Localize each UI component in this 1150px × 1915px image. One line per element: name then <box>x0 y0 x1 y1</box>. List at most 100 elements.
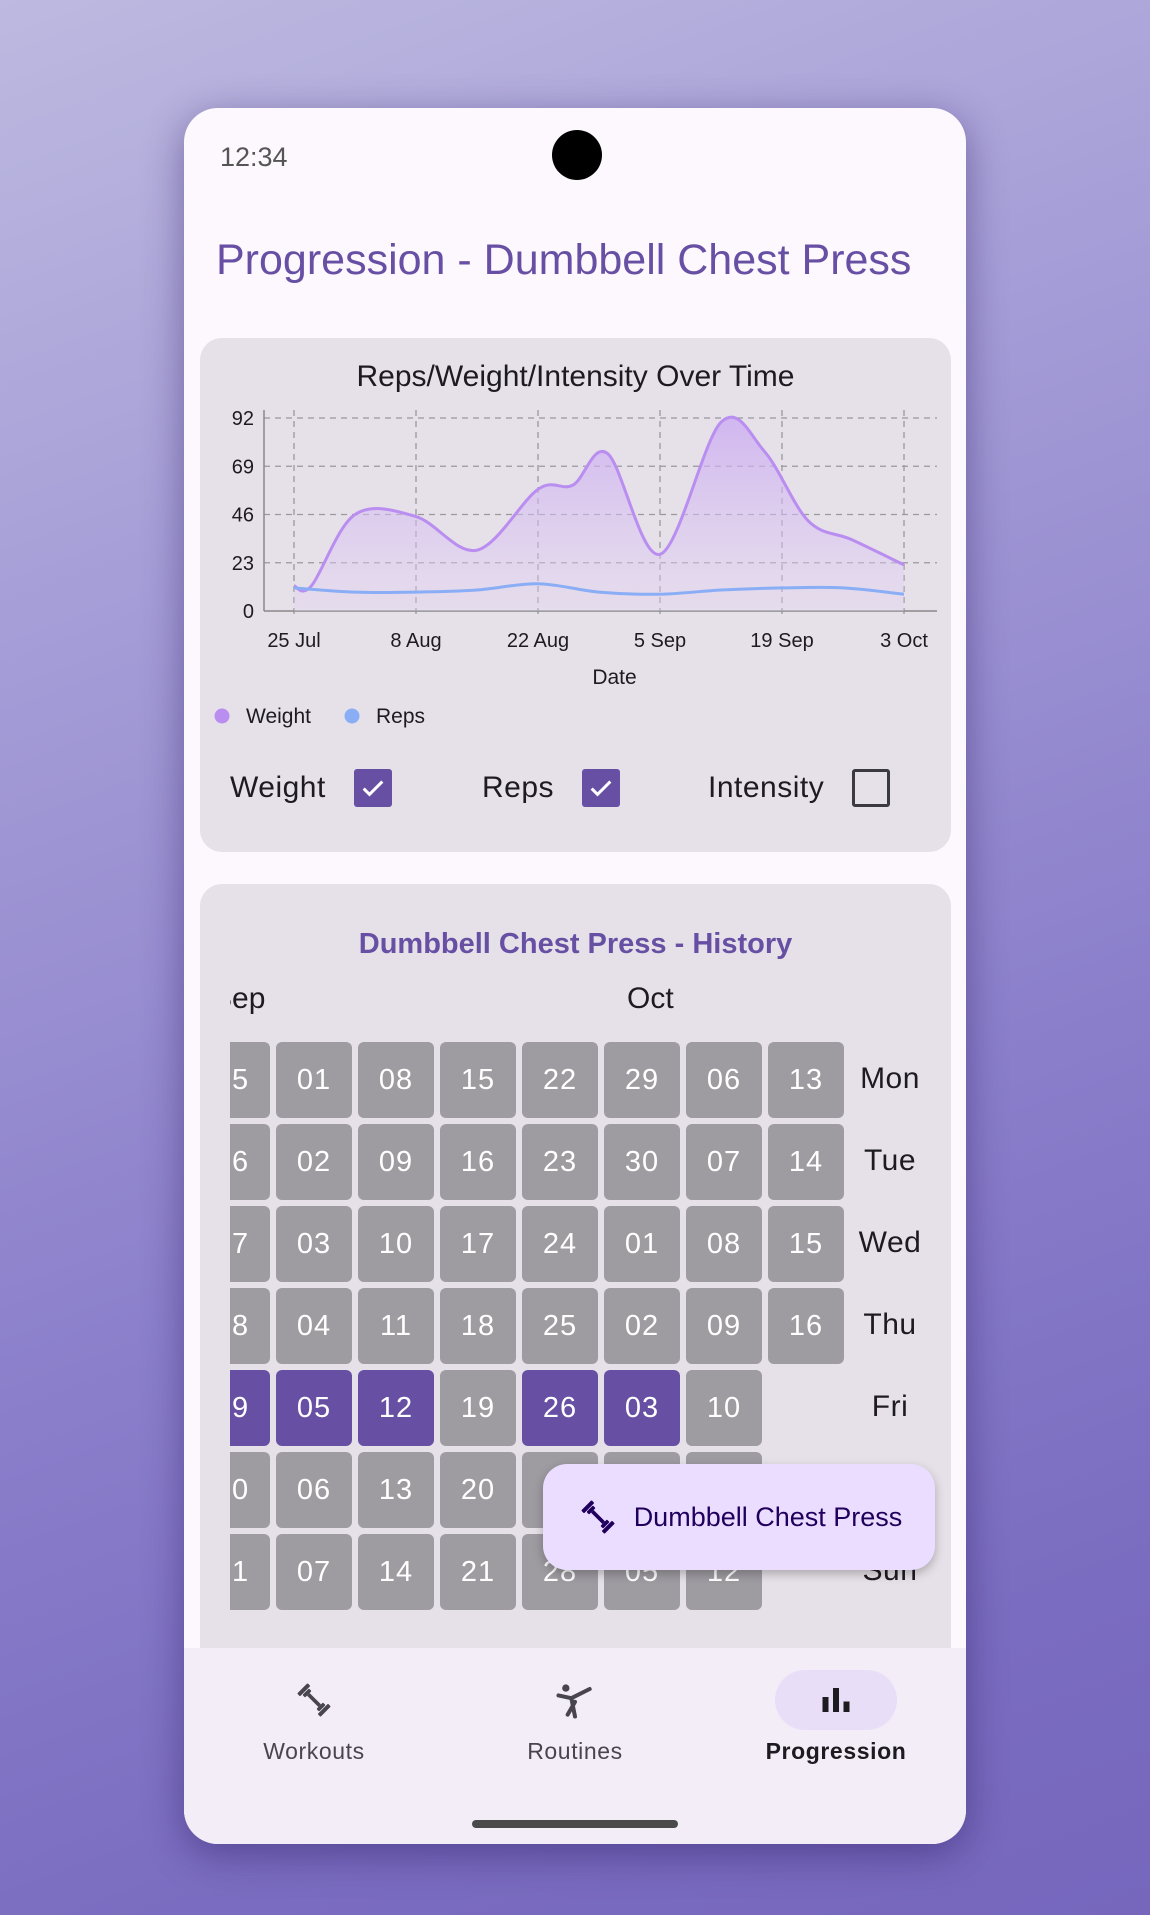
x-tick-label: 5 Sep <box>634 630 686 652</box>
calendar-day-cell[interactable]: 30 <box>230 1452 270 1528</box>
x-tick-label: 22 Aug <box>507 630 569 652</box>
calendar-day-cell[interactable]: 26 <box>230 1124 270 1200</box>
calendar-day-cell[interactable]: 15 <box>768 1206 844 1282</box>
calendar-day-cell[interactable]: 09 <box>358 1124 434 1200</box>
calendar-day-cell[interactable]: 03 <box>276 1206 352 1282</box>
toggle-reps[interactable]: Reps <box>482 768 621 808</box>
calendar-day-cell[interactable]: 27 <box>230 1206 270 1282</box>
check-icon <box>362 780 384 797</box>
calendar-day-cell[interactable]: 06 <box>276 1452 352 1528</box>
calendar-day-cell[interactable]: 29 <box>230 1370 270 1446</box>
calendar-day-cell[interactable]: 14 <box>768 1124 844 1200</box>
calendar-day-cell[interactable]: 26 <box>522 1370 598 1446</box>
home-indicator <box>472 1820 678 1828</box>
x-axis-label: Date <box>592 666 636 689</box>
y-tick-label: 0 <box>243 601 254 623</box>
chart-title: Reps/Weight/Intensity Over Time <box>356 360 795 393</box>
calendar-day-cell[interactable]: 01 <box>604 1206 680 1282</box>
toggle-weight[interactable]: Weight <box>230 768 392 808</box>
legend-weight-label: Weight <box>246 705 311 728</box>
toggle-weight-label: Weight <box>230 771 326 804</box>
nav-workouts-pill <box>253 1670 375 1730</box>
calendar-day-cell[interactable]: 12 <box>358 1370 434 1446</box>
calendar-day-cell[interactable]: 19 <box>440 1370 516 1446</box>
calendar-day-cell[interactable]: 04 <box>276 1288 352 1364</box>
calendar-day-cell[interactable]: 25 <box>230 1042 270 1118</box>
dumbbell-icon <box>581 1500 615 1534</box>
calendar-day-cell[interactable]: 31 <box>230 1534 270 1610</box>
calendar-day-cell[interactable]: 08 <box>686 1206 762 1282</box>
month-label-sep: Sep <box>230 982 266 1015</box>
bottom-nav: Workouts Routines Progression <box>184 1648 966 1844</box>
nav-routines-label: Routines <box>527 1738 623 1764</box>
calendar-day-cell[interactable]: 07 <box>276 1534 352 1610</box>
calendar-day-cell[interactable]: 24 <box>522 1206 598 1282</box>
calendar-day-cell[interactable]: 30 <box>604 1124 680 1200</box>
y-tick-label: 46 <box>232 505 254 527</box>
exercise-fab[interactable]: Dumbbell Chest Press <box>543 1464 935 1570</box>
x-tick-label: 3 Oct <box>880 630 928 652</box>
calendar-day-cell[interactable]: 02 <box>276 1124 352 1200</box>
history-calendar[interactable]: Sep Oct 25262728293031010203040506070809… <box>230 884 880 1719</box>
history-card: Dumbbell Chest Press - History Sep Oct 2… <box>200 884 951 1719</box>
calendar-day-cell[interactable]: 23 <box>522 1124 598 1200</box>
reps-checkbox[interactable] <box>582 769 621 807</box>
calendar-day-cell[interactable]: 18 <box>440 1288 516 1364</box>
calendar-day-cell[interactable]: 13 <box>768 1042 844 1118</box>
calendar-day-cell[interactable]: 17 <box>440 1206 516 1282</box>
calendar-day-cell[interactable]: 10 <box>358 1206 434 1282</box>
calendar-day-cell[interactable]: 11 <box>358 1288 434 1364</box>
nav-routines[interactable]: Routines <box>445 1648 705 1788</box>
legend-weight-swatch <box>214 708 230 724</box>
calendar-day-cell[interactable]: 16 <box>768 1288 844 1364</box>
nav-progression[interactable]: Progression <box>706 1648 966 1788</box>
month-label-oct: Oct <box>627 982 674 1015</box>
calendar-day-cell[interactable]: 03 <box>604 1370 680 1446</box>
calendar-day-cell[interactable]: 13 <box>358 1452 434 1528</box>
weekday-label: Mon <box>860 1062 920 1095</box>
exercise-pose-icon <box>556 1684 592 1719</box>
weekday-label: Tue <box>863 1144 917 1177</box>
x-tick-label: 19 Sep <box>750 630 813 652</box>
page-title: Progression - Dumbbell Chest Press <box>216 236 912 284</box>
phone-screen: 12:34 Progression - Dumbbell Chest Press… <box>184 108 966 1844</box>
weekday-label: Fri <box>871 1390 909 1423</box>
calendar-day-cell[interactable]: 20 <box>440 1452 516 1528</box>
calendar-day-cell[interactable]: 28 <box>230 1288 270 1364</box>
calendar-day-cell[interactable]: 01 <box>276 1042 352 1118</box>
calendar-day-cell[interactable]: 09 <box>686 1288 762 1364</box>
intensity-checkbox[interactable] <box>852 769 891 807</box>
calendar-day-cell[interactable]: 22 <box>522 1042 598 1118</box>
legend-reps-label: Reps <box>376 705 425 728</box>
calendar-day-cell[interactable]: 02 <box>604 1288 680 1364</box>
calendar-day-cell[interactable]: 07 <box>686 1124 762 1200</box>
calendar-day-cell[interactable]: 05 <box>276 1370 352 1446</box>
camera-cutout <box>552 130 602 180</box>
x-tick-label: 25 Jul <box>267 630 320 652</box>
toggle-intensity[interactable]: Intensity <box>708 768 891 808</box>
calendar-day-cell[interactable]: 14 <box>358 1534 434 1610</box>
chart-card: 0 23 46 69 92 25 Jul 8 Aug 22 Aug 5 Sep 19 Sep 3 O… <box>200 338 951 852</box>
calendar-day-cell[interactable]: 25 <box>522 1288 598 1364</box>
calendar-day-cell[interactable]: 29 <box>604 1042 680 1118</box>
nav-workouts-label: Workouts <box>263 1738 365 1764</box>
weight-checkbox[interactable] <box>353 769 392 807</box>
nav-workouts[interactable]: Workouts <box>184 1648 444 1788</box>
calendar-day-cell[interactable]: 21 <box>440 1534 516 1610</box>
legend-reps-swatch <box>344 708 360 724</box>
calendar-day-cell[interactable]: 15 <box>440 1042 516 1118</box>
weight-area <box>294 417 904 611</box>
nav-progression-label: Progression <box>765 1738 907 1764</box>
y-tick-label: 23 <box>232 553 254 575</box>
toggle-intensity-label: Intensity <box>708 771 825 804</box>
x-tick-label: 8 Aug <box>390 630 441 652</box>
calendar-day-cell[interactable]: 10 <box>686 1370 762 1446</box>
fab-label: Dumbbell Chest Press <box>633 1501 903 1532</box>
y-tick-label: 92 <box>232 408 254 430</box>
calendar-day-cell[interactable]: 16 <box>440 1124 516 1200</box>
weekday-label: Wed <box>858 1226 922 1259</box>
calendar-day-cell[interactable]: 08 <box>358 1042 434 1118</box>
status-time: 12:34 <box>220 142 288 172</box>
calendar-day-cell[interactable]: 06 <box>686 1042 762 1118</box>
progress-chart: 0 23 46 69 92 25 Jul 8 Aug 22 Aug 5 Sep 19 Sep 3 O… <box>214 408 937 728</box>
